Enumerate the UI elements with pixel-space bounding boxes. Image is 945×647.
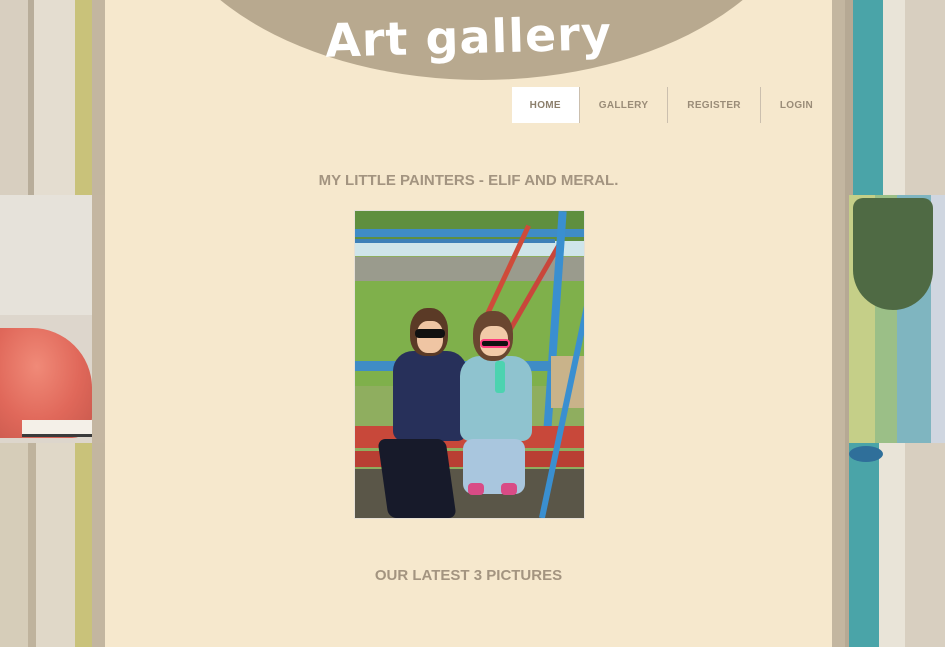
main-nav: HOME GALLERY REGISTER LOGIN <box>511 87 832 123</box>
background-blue-shape <box>849 446 883 462</box>
photo-climbing-frame-bar-2 <box>355 239 555 243</box>
background-artwork-right-upper <box>835 0 945 195</box>
photo-child-right-shoe <box>468 483 484 495</box>
photo-toy-bottle <box>495 361 505 393</box>
nav-register[interactable]: REGISTER <box>667 87 760 123</box>
latest-pictures-heading: OUR LATEST 3 PICTURES <box>374 567 563 584</box>
photo-sunglasses-left <box>415 329 445 338</box>
nav-home[interactable]: HOME <box>511 87 579 123</box>
photo-child-right-shoe-2 <box>501 483 517 495</box>
background-artwork-left-lower <box>0 443 105 647</box>
photo-child-left-body <box>393 351 467 441</box>
background-green-shape <box>853 198 933 310</box>
nav-login[interactable]: LOGIN <box>759 87 832 123</box>
featured-photo <box>354 210 585 519</box>
background-notebook <box>22 420 92 437</box>
page-heading: MY LITTLE PAINTERS - ELIF AND MERAL. <box>318 172 619 189</box>
site-title[interactable]: Art gallery <box>104 0 832 73</box>
photo-child-left-legs <box>377 439 457 518</box>
main-content: Art gallery HOME GALLERY REGISTER LOGIN … <box>92 0 845 647</box>
background-artwork-right-lower <box>835 443 945 647</box>
nav-gallery[interactable]: GALLERY <box>578 87 668 123</box>
photo-climbing-frame-bar <box>355 229 584 237</box>
background-artwork-left-upper <box>0 0 105 195</box>
photo-sunglasses-right <box>480 339 510 348</box>
